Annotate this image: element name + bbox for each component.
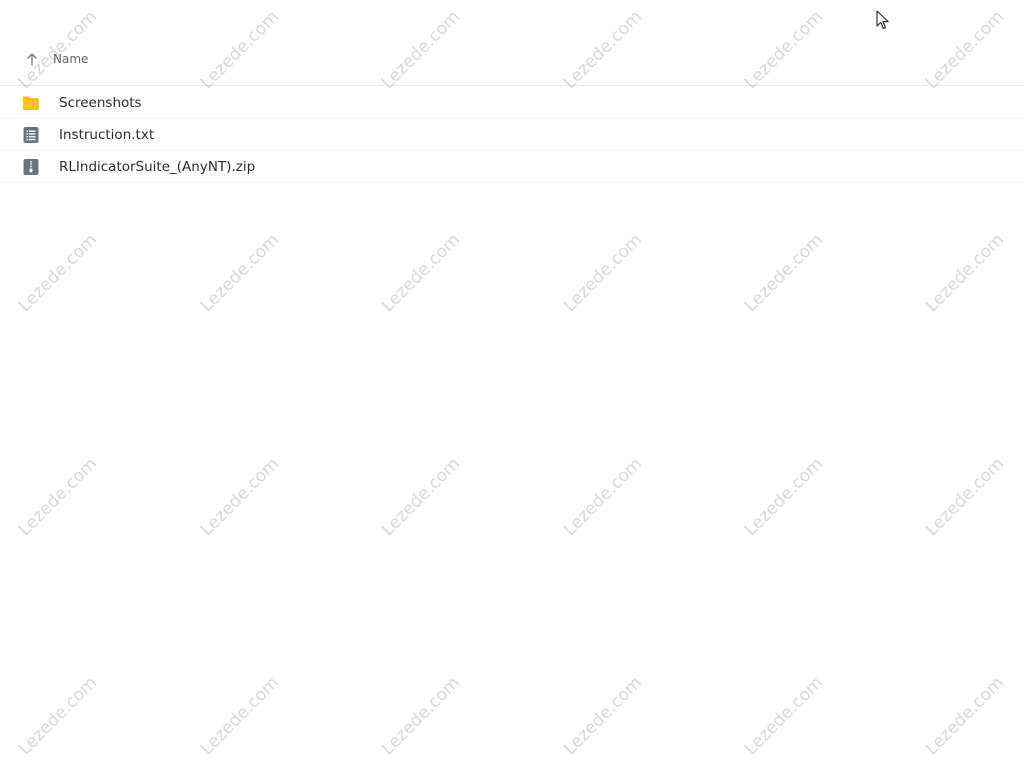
watermark-text: Lezede.com bbox=[921, 229, 1009, 317]
watermark-text: Lezede.com bbox=[14, 229, 102, 317]
watermark-text: Lezede.com bbox=[196, 229, 284, 317]
file-rows: Screenshots Instruction.txt RLIndicatorS… bbox=[0, 87, 1024, 183]
file-name: RLIndicatorSuite_(AnyNT).zip bbox=[59, 159, 256, 175]
zip-file-icon bbox=[23, 159, 39, 175]
text-file-icon bbox=[23, 127, 39, 143]
file-row-zip[interactable]: RLIndicatorSuite_(AnyNT).zip bbox=[0, 151, 1024, 183]
file-name: Screenshots bbox=[59, 95, 142, 111]
file-name: Instruction.txt bbox=[59, 127, 155, 143]
watermark-text: Lezede.com bbox=[559, 229, 647, 317]
watermark-text: Lezede.com bbox=[377, 229, 465, 317]
name-column-header[interactable]: Name bbox=[53, 52, 88, 66]
watermark-text: Lezede.com bbox=[740, 453, 828, 541]
mouse-cursor-icon bbox=[876, 10, 889, 30]
watermark-text: Lezede.com bbox=[559, 672, 647, 760]
column-header: Name bbox=[0, 44, 1024, 86]
folder-icon bbox=[23, 96, 39, 110]
watermark-text: Lezede.com bbox=[196, 672, 284, 760]
watermark-text: Lezede.com bbox=[740, 672, 828, 760]
arrow-up-icon[interactable] bbox=[26, 52, 38, 66]
watermark-text: Lezede.com bbox=[921, 672, 1009, 760]
watermark-text: Lezede.com bbox=[14, 672, 102, 760]
watermark-text: Lezede.com bbox=[559, 453, 647, 541]
watermark-text: Lezede.com bbox=[377, 453, 465, 541]
file-browser: Name Screenshots Instruction.txt RLIndic… bbox=[0, 0, 1024, 768]
watermark-text: Lezede.com bbox=[14, 453, 102, 541]
watermark-text: Lezede.com bbox=[196, 453, 284, 541]
file-row-screenshots[interactable]: Screenshots bbox=[0, 87, 1024, 119]
watermark-text: Lezede.com bbox=[921, 453, 1009, 541]
watermark-text: Lezede.com bbox=[740, 229, 828, 317]
watermark-text: Lezede.com bbox=[377, 672, 465, 760]
file-row-instruction[interactable]: Instruction.txt bbox=[0, 119, 1024, 151]
